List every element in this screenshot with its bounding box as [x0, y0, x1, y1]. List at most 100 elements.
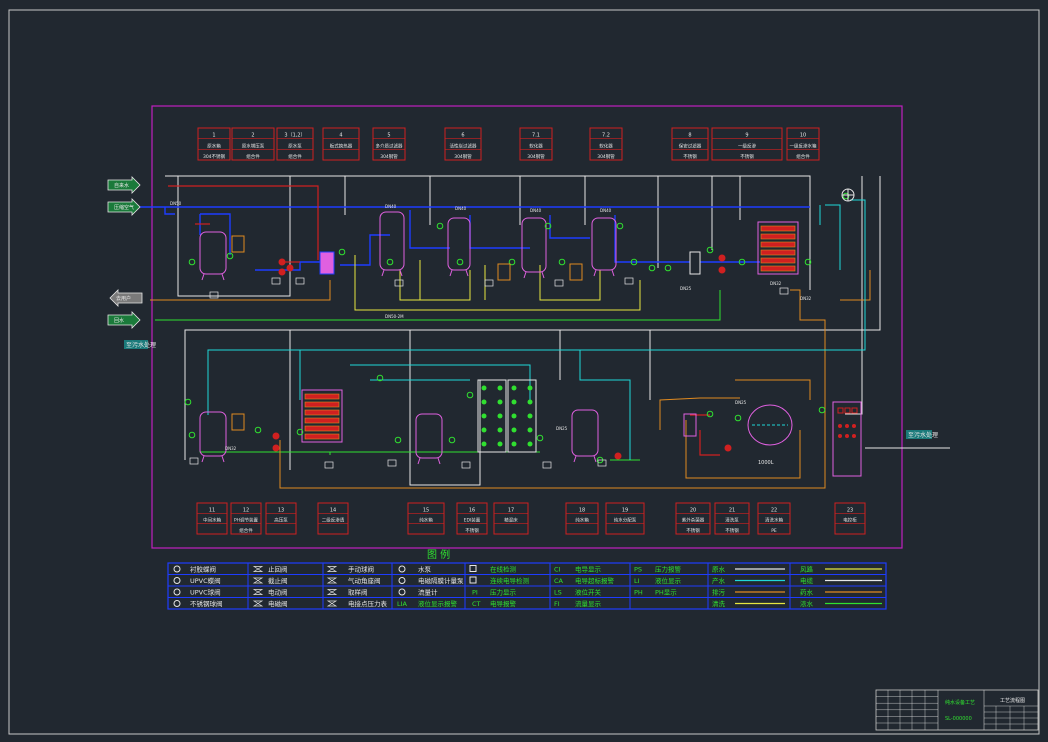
drain-box: [554, 279, 564, 287]
legend-valve-symbol: [173, 577, 181, 584]
pure-water-tank-1-body: [415, 413, 443, 459]
pump-icon: [272, 444, 280, 452]
edi-unit-a-port: [481, 427, 487, 433]
ro-stage-1-membrane: [760, 257, 796, 264]
legend-item: 产水: [712, 576, 726, 585]
legend-item: 电接点压力表: [348, 599, 388, 608]
cabinet-button: [838, 434, 842, 438]
bottom-box: 15 纯水箱: [407, 502, 445, 535]
top-box: 8 保安过滤器不锈钢: [671, 127, 709, 161]
legend-item: 电动阀: [268, 588, 288, 597]
legend-item: 电磁阀: [268, 599, 288, 608]
ro-stage-2-membrane: [304, 409, 340, 416]
softener-2-leg: [593, 269, 597, 277]
instrument-icon: [448, 436, 456, 444]
top-box-name: 原水泵: [288, 142, 302, 149]
pipe-line: [150, 280, 331, 301]
top-box-number: 8: [688, 133, 691, 139]
legend-item: 电导显示: [575, 565, 602, 574]
top-box-number: 9: [745, 133, 748, 139]
legend-item: CT: [472, 600, 481, 608]
ro-stage-1: [757, 221, 799, 275]
bottom-box-number: 18: [579, 507, 585, 513]
pipe-line: [350, 364, 531, 400]
equipment-group: DN50 DN40 DN40 DN40 DN40 DN32 DN50-2M DN25 DN25 D…: [170, 188, 862, 477]
bottom-box-name: 纯水分配泵: [614, 517, 637, 524]
bottom-box: 20 紫外杀菌器不锈钢: [675, 502, 711, 535]
legend-pump-symbol: [398, 577, 406, 584]
left-note-text: 至污水处理: [126, 341, 156, 349]
edi-unit-b: [507, 379, 537, 453]
raw-water-tank-leg: [221, 273, 225, 281]
top-box: 4 板式换热器: [322, 127, 360, 161]
bottom-box: 11 中间水箱: [196, 502, 228, 535]
pure-water-tank-2-body: [571, 409, 599, 457]
pump-icon: [718, 266, 726, 274]
tank-capacity: 1000L: [758, 460, 774, 466]
instrument-icon: [558, 258, 566, 266]
title-drawing: 工艺流程图: [1000, 697, 1025, 704]
bottom-box-number: 15: [423, 507, 429, 513]
pipe-line: [659, 397, 740, 430]
cabinet-indicator: [837, 407, 844, 414]
cabinet-indicator: [844, 407, 851, 414]
legend-item: 风路: [800, 565, 814, 574]
edi-unit-a-port: [497, 385, 503, 391]
drain-box: [209, 291, 219, 299]
edi-unit-b-port: [527, 399, 533, 405]
pipe-size-label: DN40: [600, 208, 612, 213]
top-box: 6 活性炭过滤器 304钢管: [444, 127, 482, 161]
dosing-tank: [231, 413, 245, 431]
instrument-icon: [188, 431, 196, 439]
drawing-canvas: DN50 DN40 DN40 DN40 DN40 DN32 DN50-2M DN25 DN25 D…: [8, 9, 1040, 735]
inlet-arrows: 自来水压缩空气去用户回水: [107, 176, 143, 329]
top-box-name: 板式换热器: [330, 142, 353, 149]
inlet-arrow: 回水: [107, 311, 141, 329]
legend-item: 浓水: [800, 599, 814, 608]
top-box: 7.2 软化器 304钢管: [589, 127, 623, 161]
top-box-name: 原水箱: [207, 142, 221, 149]
heat-exchanger: [319, 251, 335, 275]
legend-item: 连续电导检测: [490, 576, 530, 585]
top-box-material: 304不锈钢: [203, 153, 226, 160]
edi-unit-b-port: [511, 385, 517, 391]
pump-icon: [286, 264, 294, 272]
top-box: 5 多介质过滤器 304钢管: [372, 127, 406, 161]
bottom-box-number: 20: [690, 507, 696, 513]
pipe-line: [549, 215, 590, 239]
edi-unit-a-port: [481, 441, 487, 447]
pump-icon: [272, 432, 280, 440]
pipe-size-label: DN25: [680, 286, 692, 291]
legend-valve-symbol: [326, 566, 338, 572]
legend-item: 取样阀: [348, 588, 368, 597]
instrument-icon: [184, 398, 192, 406]
pure-water-tank-2-leg: [593, 455, 597, 463]
legend-item: LS: [554, 589, 562, 597]
pipe-line: [399, 270, 471, 301]
ro-stage-1-membrane: [760, 249, 796, 256]
intermediate-tank-body: [199, 411, 227, 457]
raw-water-tank: [199, 231, 227, 281]
pipe-size-label: DN40: [385, 204, 397, 209]
legend-item: 不锈钢球阀: [190, 599, 223, 608]
drain-box: [387, 459, 397, 467]
top-box-name: 一级反渗: [738, 142, 756, 149]
legend-item: 水泵: [418, 565, 432, 574]
legend-valve-symbol: [173, 565, 181, 573]
bottom-box-name: 电控柜: [843, 517, 857, 524]
inlet-arrow-label: 自来水: [114, 182, 129, 189]
bottom-box: 12 PH调节装置组合件: [230, 502, 262, 535]
pure-water-tank-1: [415, 413, 443, 465]
top-box-number: 7.1: [532, 133, 540, 139]
title-code: SL-000000: [945, 716, 972, 722]
pipe-line: [164, 207, 175, 215]
bottom-equipment-labels: 11 中间水箱 12 PH调节装置组合件 13 高压泵 14 二级反渗透 15 纯水箱 16 EDI装…: [196, 502, 866, 535]
legend-valve-symbol: [252, 577, 264, 584]
cabinet-button: [845, 434, 849, 438]
bottom-box-number: 22: [771, 507, 777, 513]
pipe-size-label: DN32: [225, 446, 237, 451]
legend-item: 电缆: [800, 576, 814, 585]
legend-item: 液位显示报警: [418, 599, 458, 608]
multimedia-filter: [379, 211, 405, 277]
instrument-icon: [536, 434, 544, 442]
